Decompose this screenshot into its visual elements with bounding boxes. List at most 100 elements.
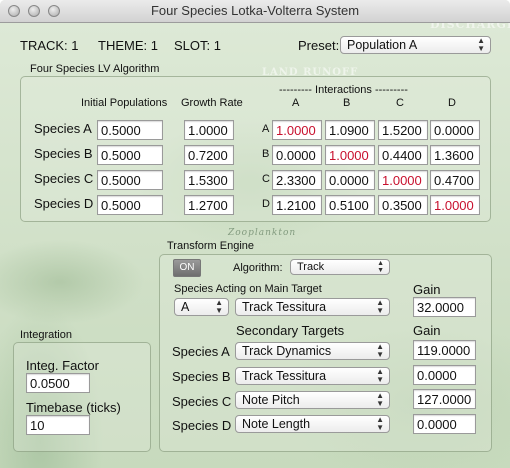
timebase-label: Timebase (ticks)	[26, 400, 121, 415]
theme-label-text: THEME:	[98, 38, 148, 53]
interaction-cb-field[interactable]: 0.0000	[325, 170, 375, 190]
acting-label: Species Acting on Main Target	[174, 283, 322, 295]
species-a-growth-field[interactable]: 1.0000	[184, 120, 234, 140]
chevron-updown-icon: ▲ ▼	[376, 391, 384, 408]
initial-populations-header: Initial Populations	[81, 97, 168, 109]
row-letter-b: B	[262, 148, 270, 160]
species-a-label: Species A	[34, 121, 92, 136]
secondary-gain-label: Gain	[413, 323, 441, 338]
row-letter-d: D	[262, 198, 270, 210]
interaction-cd-field[interactable]: 0.4700	[430, 170, 480, 190]
integ-factor-field[interactable]: 0.0500	[26, 373, 90, 393]
chevron-updown-icon: ▲ ▼	[376, 298, 384, 315]
interaction-ba-field[interactable]: 0.0000	[272, 145, 322, 165]
chevron-updown-icon: ▲ ▼	[215, 298, 223, 315]
secondary-gain-c-field[interactable]: 127.0000	[413, 389, 476, 409]
secondary-species-c-label: Species C	[172, 394, 232, 409]
secondary-targets-label: Secondary Targets	[236, 323, 345, 338]
slot-value: 1	[213, 38, 221, 53]
transform-engine-title: Transform Engine	[167, 240, 255, 252]
chevron-updown-icon: ▲ ▼	[377, 260, 384, 274]
app-window: DISCHARGE LAND RUNOFF Zooplankton Four S…	[0, 0, 510, 468]
row-letter-c: C	[262, 173, 270, 185]
interaction-dc-field[interactable]: 0.3500	[378, 195, 428, 215]
theme-label: THEME: 1	[98, 38, 158, 53]
secondary-target-b-select[interactable]: Track Tessitura ▲ ▼	[235, 367, 390, 385]
interaction-cc-field[interactable]: 1.0000	[378, 170, 428, 190]
on-toggle-button[interactable]: ON	[173, 259, 201, 277]
growth-rate-header: Growth Rate	[181, 97, 243, 109]
chevron-updown-icon: ▲ ▼	[376, 342, 384, 359]
species-c-initial-field[interactable]: 0.5000	[97, 170, 163, 190]
slot-label: SLOT: 1	[174, 38, 221, 53]
secondary-gain-a-field[interactable]: 119.0000	[413, 340, 476, 360]
secondary-target-c-select[interactable]: Note Pitch ▲ ▼	[235, 391, 390, 409]
main-gain-label: Gain	[413, 282, 441, 297]
acting-species-value: A	[181, 300, 190, 314]
secondary-target-d-value: Note Length	[242, 417, 311, 431]
species-b-growth-field[interactable]: 0.7200	[184, 145, 234, 165]
species-b-initial-field[interactable]: 0.5000	[97, 145, 163, 165]
secondary-gain-d-field[interactable]: 0.0000	[413, 414, 476, 434]
interaction-bb-field[interactable]: 1.0000	[325, 145, 375, 165]
main-target-value: Track Tessitura	[242, 300, 327, 314]
species-c-growth-field[interactable]: 1.5300	[184, 170, 234, 190]
interaction-bc-field[interactable]: 0.4400	[378, 145, 428, 165]
track-label: TRACK: 1	[20, 38, 79, 53]
secondary-species-d-label: Species D	[172, 418, 232, 433]
algorithm-label: Algorithm:	[233, 262, 283, 274]
integration-title: Integration	[20, 329, 72, 341]
preset-label: Preset:	[298, 38, 340, 53]
preset-select-value: Population A	[347, 38, 418, 52]
track-value: 1	[71, 38, 79, 53]
species-c-label: Species C	[34, 171, 94, 186]
secondary-gain-b-field[interactable]: 0.0000	[413, 365, 476, 385]
algorithm-select-value: Track	[297, 261, 325, 273]
interaction-aa-field[interactable]: 1.0000	[272, 120, 322, 140]
integ-factor-label: Integ. Factor	[26, 358, 99, 373]
species-d-label: Species D	[34, 196, 94, 211]
bg-label-zooplankton: Zooplankton	[228, 228, 297, 238]
theme-value: 1	[150, 38, 158, 53]
species-d-growth-field[interactable]: 1.2700	[184, 195, 234, 215]
interaction-col-c: C	[396, 97, 404, 109]
interaction-bd-field[interactable]: 1.3600	[430, 145, 480, 165]
interactions-header: --------- Interactions ---------	[279, 84, 408, 96]
interaction-ac-field[interactable]: 1.5200	[378, 120, 428, 140]
secondary-target-b-value: Track Tessitura	[242, 369, 327, 383]
secondary-species-a-label: Species A	[172, 344, 230, 359]
secondary-target-a-value: Track Dynamics	[242, 344, 332, 358]
minimize-window-button[interactable]	[28, 5, 40, 17]
secondary-target-a-select[interactable]: Track Dynamics ▲ ▼	[235, 342, 390, 360]
secondary-species-b-label: Species B	[172, 369, 231, 384]
title-bar: Four Species Lotka-Volterra System	[0, 0, 510, 23]
species-a-initial-field[interactable]: 0.5000	[97, 120, 163, 140]
timebase-field[interactable]: 10	[26, 415, 90, 435]
species-b-label: Species B	[34, 146, 93, 161]
window-title: Four Species Lotka-Volterra System	[150, 3, 360, 18]
chevron-updown-icon: ▲ ▼	[376, 367, 384, 384]
slot-label-text: SLOT:	[174, 38, 211, 53]
interaction-dd-field[interactable]: 1.0000	[430, 195, 480, 215]
interaction-ad-field[interactable]: 0.0000	[430, 120, 480, 140]
species-d-initial-field[interactable]: 0.5000	[97, 195, 163, 215]
close-window-button[interactable]	[8, 5, 20, 17]
interaction-db-field[interactable]: 0.5100	[325, 195, 375, 215]
interaction-ca-field[interactable]: 2.3300	[272, 170, 322, 190]
secondary-target-d-select[interactable]: Note Length ▲ ▼	[235, 415, 390, 433]
chevron-updown-icon: ▲ ▼	[477, 36, 485, 53]
row-letter-a: A	[262, 123, 270, 135]
interaction-da-field[interactable]: 1.2100	[272, 195, 322, 215]
algorithm-select[interactable]: Track ▲ ▼	[290, 259, 390, 275]
interaction-ab-field[interactable]: 1.0900	[325, 120, 375, 140]
main-gain-field[interactable]: 32.0000	[413, 297, 476, 317]
preset-select[interactable]: Population A ▲ ▼	[340, 36, 491, 54]
acting-species-select[interactable]: A ▲ ▼	[174, 298, 229, 316]
zoom-window-button[interactable]	[48, 5, 60, 17]
chevron-updown-icon: ▲ ▼	[376, 415, 384, 432]
main-target-select[interactable]: Track Tessitura ▲ ▼	[235, 298, 390, 316]
secondary-target-c-value: Note Pitch	[242, 393, 300, 407]
interaction-col-a: A	[292, 97, 300, 109]
interaction-col-b: B	[343, 97, 351, 109]
algorithm-box-title: Four Species LV Algorithm	[30, 63, 160, 75]
